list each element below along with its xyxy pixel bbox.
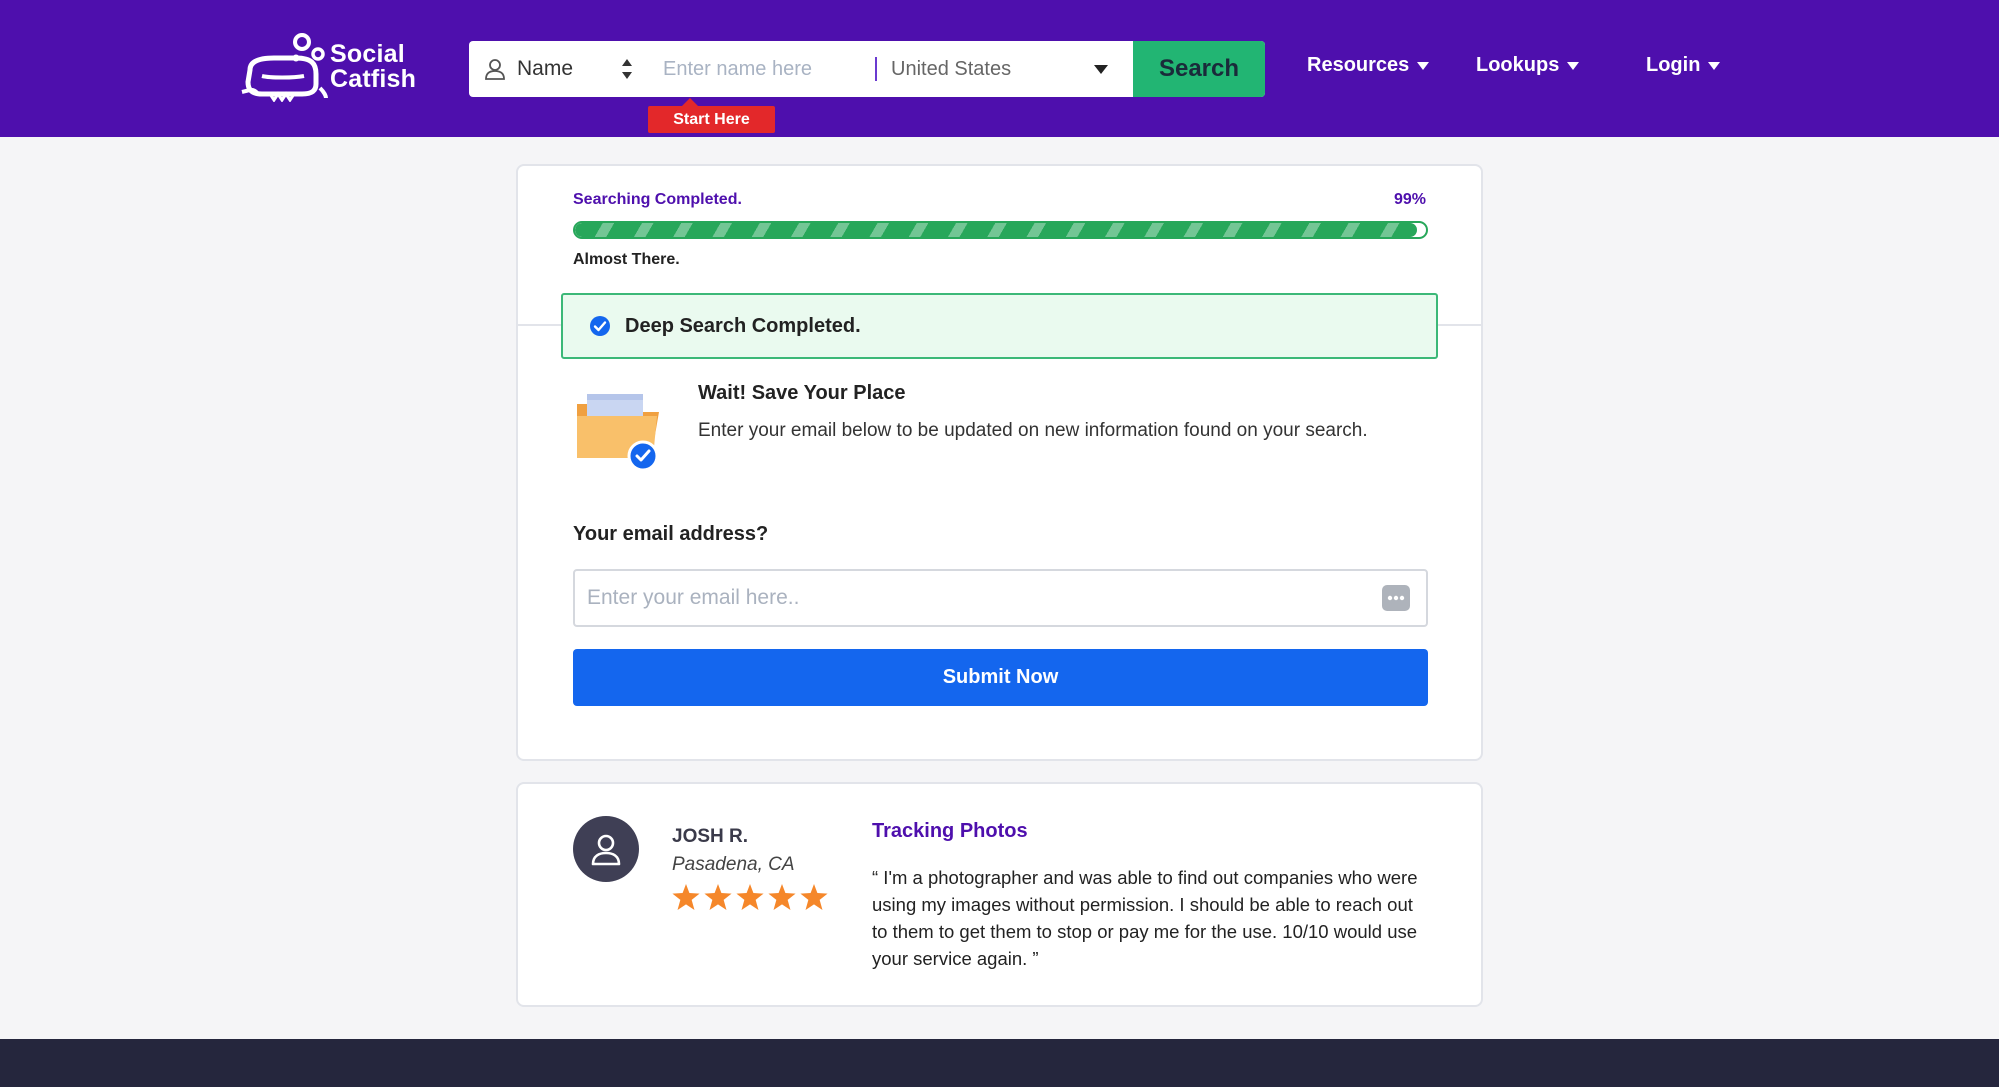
save-place-description: Enter your email below to be updated on … xyxy=(698,420,1368,441)
check-circle-icon xyxy=(590,316,610,336)
progress-substatus: Almost There. xyxy=(573,251,680,268)
star-rating xyxy=(672,884,832,910)
nav-resources-label: Resources xyxy=(1307,54,1410,76)
social-catfish-logo[interactable]: Social Catfish xyxy=(240,32,416,102)
search-status-card: Searching Completed. 99% Almost There. D… xyxy=(516,164,1483,761)
start-here-tooltip: Start Here xyxy=(648,98,775,133)
top-header: Social Catfish Name United States Search… xyxy=(0,0,1999,137)
success-message: Deep Search Completed. xyxy=(625,314,861,337)
country-select[interactable]: United States xyxy=(877,41,1122,97)
logo-line-1: Social xyxy=(330,40,405,68)
folder-check-icon xyxy=(577,394,659,472)
progress-bar-fill xyxy=(575,223,1418,237)
progress-status: Searching Completed. xyxy=(573,191,742,208)
logo-line-2: Catfish xyxy=(330,65,417,93)
reviewer-location: Pasadena, CA xyxy=(672,854,795,875)
submit-button[interactable]: Submit Now xyxy=(573,649,1428,706)
star-icon xyxy=(768,884,796,910)
progress-bar xyxy=(573,221,1428,239)
user-icon xyxy=(485,59,505,80)
chevron-down-icon xyxy=(1094,65,1108,74)
name-input[interactable] xyxy=(649,41,875,97)
caret-down-icon xyxy=(1567,61,1580,70)
caret-down-icon xyxy=(1708,61,1721,70)
country-label: United States xyxy=(891,57,1012,80)
nav-lookups-label: Lookups xyxy=(1476,54,1560,76)
nav-login[interactable]: Login xyxy=(1646,54,1721,77)
search-type-label: Name xyxy=(517,57,574,80)
caret-down-icon xyxy=(1417,61,1430,70)
email-field-wrapper xyxy=(573,569,1428,627)
save-place-title: Wait! Save Your Place xyxy=(698,382,906,404)
testimonial-card: JOSH R. Pasadena, CA Tracking Photos “ I… xyxy=(516,782,1483,1007)
review-title: Tracking Photos xyxy=(872,820,1028,842)
review-body: “ I'm a photographer and was able to fin… xyxy=(872,867,1418,969)
user-avatar-icon xyxy=(591,834,621,866)
star-icon xyxy=(704,884,732,910)
email-label: Your email address? xyxy=(573,523,769,545)
avatar xyxy=(573,816,639,882)
reviewer-name: JOSH R. xyxy=(672,826,749,847)
star-icon xyxy=(672,884,700,910)
email-input[interactable] xyxy=(575,571,1355,625)
search-button[interactable]: Search xyxy=(1133,41,1265,97)
search-bar: Name United States Search xyxy=(469,41,1265,97)
search-type-select[interactable]: Name xyxy=(469,41,649,97)
logo-text: Social Catfish xyxy=(330,42,416,92)
catfish-logo-icon xyxy=(241,33,328,102)
progress-percent: 99% xyxy=(1393,191,1426,208)
star-icon xyxy=(800,884,828,910)
star-icon xyxy=(736,884,764,910)
nav-resources[interactable]: Resources xyxy=(1307,54,1430,77)
sort-updown-icon xyxy=(622,59,632,79)
nav-lookups[interactable]: Lookups xyxy=(1476,54,1580,77)
autofill-dots-icon[interactable] xyxy=(1382,585,1410,611)
page-footer xyxy=(0,1039,1999,1087)
success-alert: Deep Search Completed. xyxy=(561,293,1438,359)
nav-login-label: Login xyxy=(1646,54,1701,76)
